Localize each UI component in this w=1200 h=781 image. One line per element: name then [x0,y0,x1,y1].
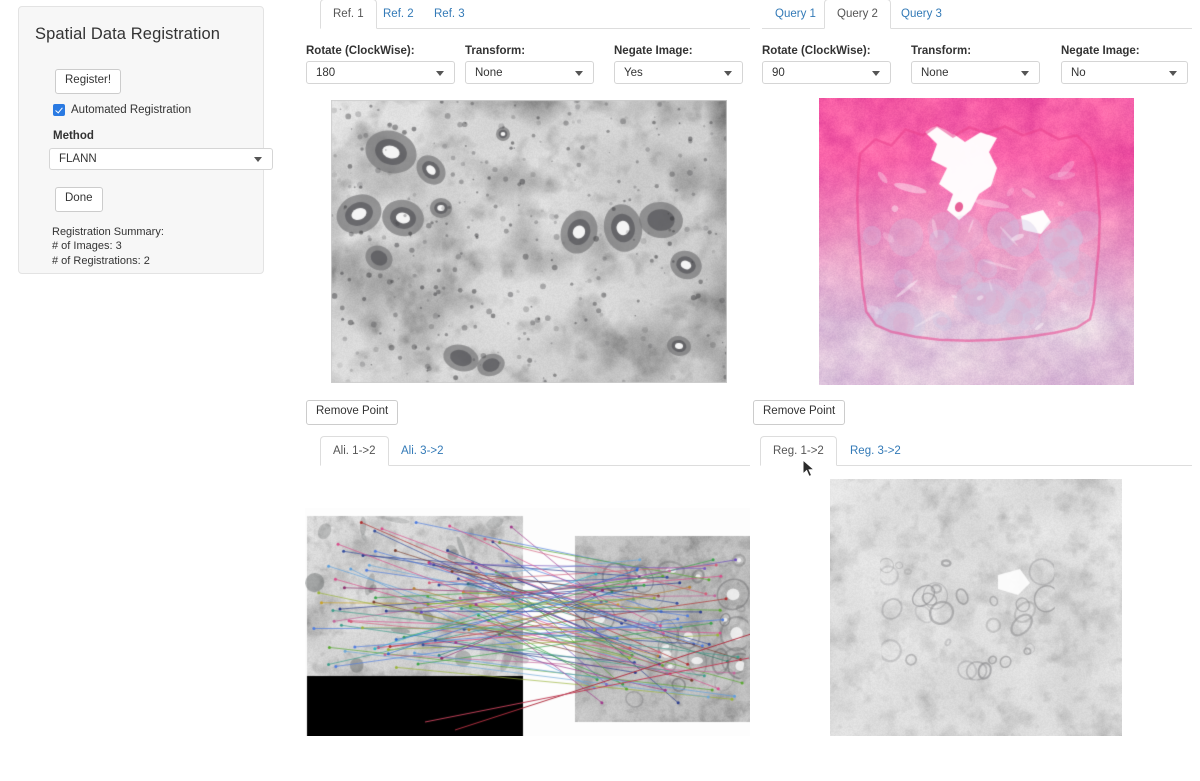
automated-registration-row[interactable]: Automated Registration [53,104,191,116]
tab-registration-3-2[interactable]: Reg. 3->2 [837,436,914,466]
query-rotate-label: Rotate (ClockWise): [762,45,871,57]
automated-registration-checkbox[interactable] [53,104,65,116]
chevron-down-icon [436,70,444,76]
query-negate-label: Negate Image: [1061,45,1140,57]
query-negate-value: No [1071,66,1086,79]
method-select[interactable]: FLANN [49,148,273,170]
reference-image-viewer[interactable] [331,100,727,383]
alignment-match-canvas[interactable] [305,508,750,736]
summary-heading: Registration Summary: [52,226,164,238]
query-image-viewer[interactable] [819,98,1134,385]
query-rotate-value: 90 [772,66,785,79]
method-select-value: FLANN [59,153,97,165]
tab-query-1[interactable]: Query 1 [762,0,829,29]
registration-result-canvas[interactable] [830,479,1122,736]
query-negate-select[interactable]: No [1061,61,1188,84]
chevron-down-icon [1169,70,1177,76]
query-transform-value: None [921,66,949,79]
method-label: Method [53,130,94,142]
chevron-down-icon [1021,70,1029,76]
alignment-tabbar: Ali. 1->2 Ali. 3->2 [320,435,750,466]
ref-transform-label: Transform: [465,45,526,57]
tab-ref-2[interactable]: Ref. 2 [370,0,427,29]
tab-alignment-3-2[interactable]: Ali. 3->2 [388,436,457,466]
chevron-down-icon [872,70,880,76]
ref-rotate-select[interactable]: 180 [306,61,455,84]
ref-negate-value: Yes [624,66,643,79]
summary-image-count: # of Images: 3 [52,240,122,253]
registration-panel: Spatial Data Registration Register! Auto… [18,6,273,274]
ref-transform-select[interactable]: None [465,61,594,84]
tab-ref-1[interactable]: Ref. 1 [320,0,377,29]
register-button[interactable]: Register! [55,69,122,94]
chevron-down-icon [575,70,583,76]
ref-negate-select[interactable]: Yes [614,61,743,84]
query-transform-select[interactable]: None [911,61,1040,84]
query-remove-point-button[interactable]: Remove Point [753,400,846,425]
query-image-canvas[interactable] [819,98,1134,385]
alignment-match-viewer[interactable] [305,508,750,736]
ref-rotate-label: Rotate (ClockWise): [306,45,415,57]
done-button[interactable]: Done [55,187,103,212]
query-tabbar: Query 1 Query 2 Query 3 [762,0,1192,29]
registration-summary: Registration Summary: # of Images: 3 # o… [52,225,164,268]
tab-registration-1-2[interactable]: Reg. 1->2 [760,435,837,466]
chevron-down-icon [254,157,262,162]
query-transform-label: Transform: [911,45,972,57]
page-title: Spatial Data Registration [35,25,221,43]
reference-image-canvas[interactable] [331,100,727,383]
ref-remove-point-button[interactable]: Remove Point [306,400,399,425]
automated-registration-label: Automated Registration [71,104,192,116]
chevron-down-icon [724,70,732,76]
tab-ref-3[interactable]: Ref. 3 [421,0,478,29]
registration-result-viewer[interactable] [830,479,1122,736]
reference-tabbar: Ref. 1 Ref. 2 Ref. 3 [320,0,750,29]
ref-rotate-value: 180 [316,66,336,79]
summary-registration-count: # of Registrations: 2 [52,254,150,267]
ref-transform-value: None [475,66,503,79]
query-rotate-select[interactable]: 90 [762,61,891,84]
tab-query-2[interactable]: Query 2 [824,0,891,29]
tab-alignment-1-2[interactable]: Ali. 1->2 [320,435,389,466]
ref-negate-label: Negate Image: [614,45,693,57]
registration-tabbar: Reg. 1->2 Reg. 3->2 [760,435,1192,466]
tab-query-3[interactable]: Query 3 [888,0,955,29]
